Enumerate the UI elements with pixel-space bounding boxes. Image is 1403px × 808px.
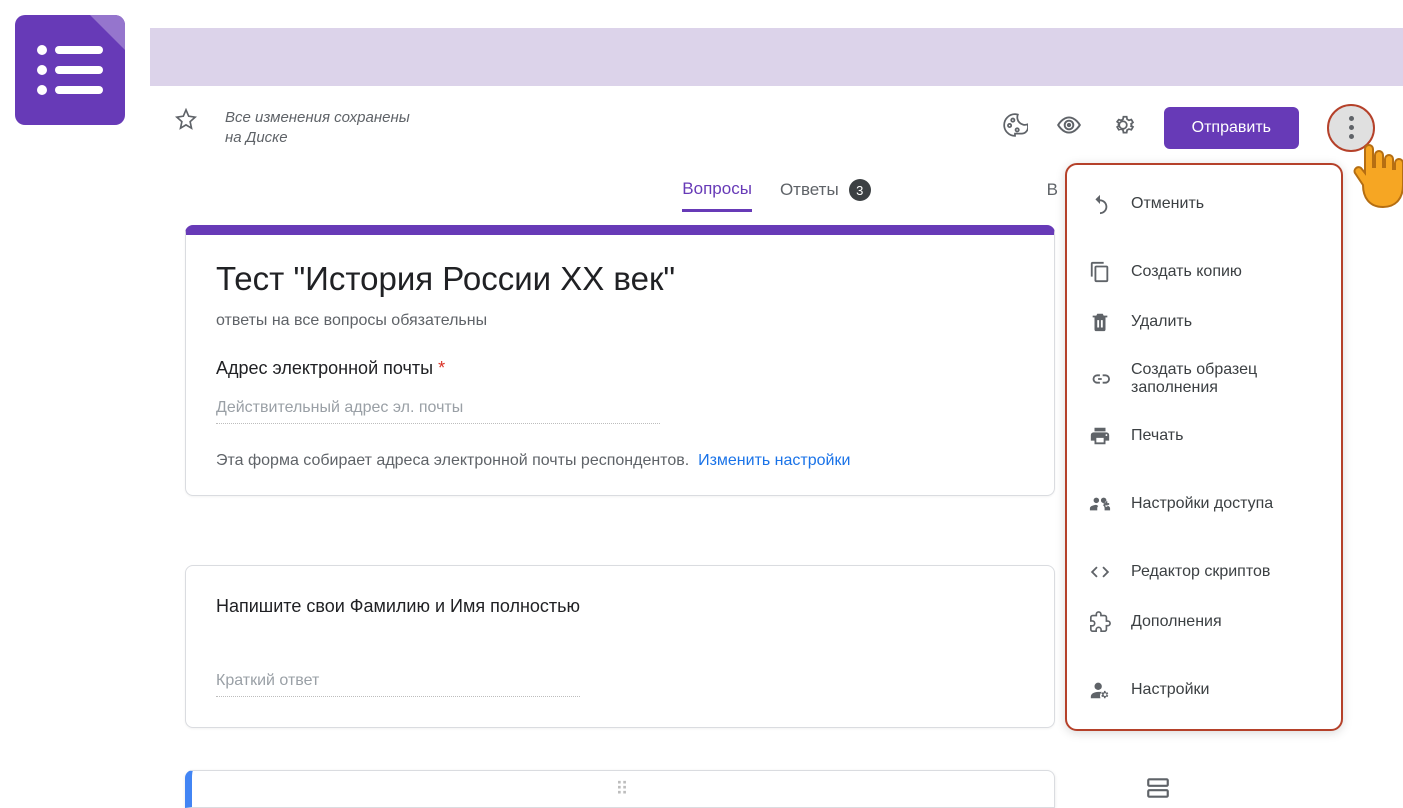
header-band [150, 28, 1403, 86]
menu-label: Отменить [1131, 195, 1204, 213]
save-status: Все изменения сохранены на Диске [225, 108, 410, 147]
print-icon [1089, 425, 1111, 447]
email-field-label: Адрес электронной почты * [216, 358, 1024, 379]
theme-icon[interactable] [1002, 112, 1028, 143]
toolbar: Все изменения сохранены на Диске Отправи… [150, 95, 1403, 160]
send-button[interactable]: Отправить [1164, 107, 1299, 149]
short-answer-placeholder: Краткий ответ [216, 672, 580, 697]
section-icon[interactable] [1145, 775, 1171, 806]
email-collection-notice: Эта форма собирает адреса электронной по… [216, 452, 1024, 470]
menu-item-settings[interactable]: Настройки [1067, 665, 1341, 715]
menu-item-print[interactable]: Печать [1067, 411, 1341, 461]
menu-item-prefill[interactable]: Создать образец заполнения [1067, 347, 1341, 411]
code-icon [1089, 561, 1111, 583]
drag-handle-icon[interactable]: ⠿ [615, 779, 630, 800]
tab-answers-label: Ответы [780, 180, 839, 200]
required-star: * [438, 358, 445, 378]
email-input[interactable]: Действительный адрес эл. почты [216, 399, 660, 424]
menu-item-delete[interactable]: Удалить [1067, 297, 1341, 347]
people-icon [1089, 493, 1111, 515]
menu-item-addons[interactable]: Дополнения [1067, 597, 1341, 647]
star-outline-icon[interactable] [175, 108, 197, 136]
menu-label: Печать [1131, 427, 1183, 445]
menu-label: Создать копию [1131, 263, 1242, 281]
preview-eye-icon[interactable] [1056, 112, 1082, 143]
form-description[interactable]: ответы на все вопросы обязательны [216, 312, 1024, 330]
menu-item-copy[interactable]: Создать копию [1067, 247, 1341, 297]
settings-gear-icon[interactable] [1110, 112, 1136, 143]
form-title[interactable]: Тест "История России XX век" [216, 260, 1024, 298]
extension-icon [1089, 611, 1111, 633]
menu-label: Дополнения [1131, 613, 1222, 631]
menu-label: Удалить [1131, 313, 1192, 331]
user-settings-icon [1089, 679, 1111, 701]
trash-icon [1089, 311, 1111, 333]
menu-label: Создать образец заполнения [1131, 361, 1319, 397]
menu-label: Настройки [1131, 681, 1209, 699]
google-forms-logo [15, 15, 125, 125]
question-card-1[interactable]: Напишите свои Фамилию и Имя полностью Кр… [185, 565, 1055, 728]
question-1-title[interactable]: Напишите свои Фамилию и Имя полностью [216, 596, 1024, 617]
more-options-button[interactable] [1327, 104, 1375, 152]
change-settings-link[interactable]: Изменить настройки [698, 452, 850, 469]
menu-label: Настройки доступа [1131, 495, 1273, 513]
link-icon [1089, 368, 1111, 390]
selected-question-card[interactable]: ⠿ [185, 770, 1055, 808]
tab-questions[interactable]: Вопросы [682, 169, 752, 212]
answers-count-badge: 3 [849, 179, 871, 201]
menu-item-access[interactable]: Настройки доступа [1067, 479, 1341, 529]
undo-icon [1089, 193, 1111, 215]
menu-label: Редактор скриптов [1131, 563, 1270, 581]
tab-hidden-letter: В [1047, 180, 1058, 200]
tab-answers[interactable]: Ответы 3 [780, 169, 871, 211]
more-options-dropdown: Отменить Создать копию Удалить Создать о… [1065, 163, 1343, 731]
menu-item-undo[interactable]: Отменить [1067, 179, 1341, 229]
form-header-card[interactable]: Тест "История России XX век" ответы на в… [185, 225, 1055, 496]
copy-icon [1089, 261, 1111, 283]
menu-item-script[interactable]: Редактор скриптов [1067, 547, 1341, 597]
